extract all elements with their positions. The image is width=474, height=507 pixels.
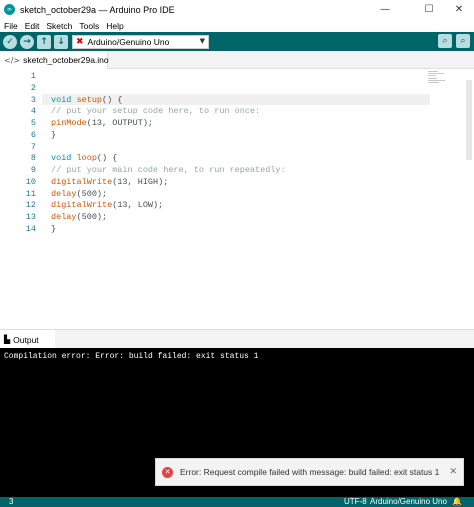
- serial-monitor-button[interactable]: ⌕: [456, 34, 470, 48]
- code-line: }: [51, 130, 56, 140]
- code-token: (13, OUTPUT);: [86, 118, 154, 128]
- code-token: () {: [96, 153, 118, 164]
- arrow-right-icon: →: [23, 36, 31, 47]
- error-notification: ✕ Error: Request compile failed with mes…: [155, 458, 464, 486]
- line-number: 10: [25, 176, 36, 187]
- line-number: 11: [25, 188, 36, 199]
- code-line: void loop() {: [51, 153, 117, 163]
- code-token: setup: [76, 94, 103, 105]
- console-error-text: Compilation error: Error: build failed: …: [4, 352, 259, 361]
- code-token: delay: [51, 188, 77, 199]
- title-bar: ∞ sketch_october29a — Arduino Pro IDE — …: [0, 0, 474, 19]
- board-selector[interactable]: ✖ Arduino/Genuino Uno ▼: [72, 34, 209, 49]
- close-button[interactable]: ✕: [444, 0, 474, 19]
- tab-label: sketch_october29a.ino: [23, 55, 109, 65]
- maximize-button[interactable]: ☐: [414, 0, 444, 19]
- output-tab-label: Output: [13, 334, 39, 345]
- check-icon: ✓: [6, 36, 14, 47]
- notification-message: Error: Request compile failed with messa…: [180, 467, 440, 477]
- arrow-up-icon: ↑: [40, 36, 48, 47]
- code-token: loop: [76, 153, 97, 164]
- code-line: delay(500);: [51, 212, 107, 222]
- output-panel-header: ▙ Output: [0, 329, 474, 349]
- line-number: 9: [30, 165, 36, 175]
- window-title: sketch_october29a — Arduino Pro IDE: [20, 4, 175, 15]
- menu-bar: File Edit Sketch Tools Help: [0, 19, 474, 32]
- code-token: pinMode: [51, 118, 87, 128]
- code-line: // put your main code here, to run repea…: [51, 165, 286, 175]
- line-number: 3: [30, 94, 36, 105]
- chevron-down-icon: ▼: [199, 36, 205, 45]
- new-sketch-button[interactable]: ↑: [37, 34, 51, 49]
- code-token: (13, HIGH);: [112, 176, 169, 187]
- code-line: // put your setup code here, to run once…: [51, 106, 260, 116]
- code-token: (500);: [76, 212, 108, 222]
- code-token: digitalWrite: [51, 176, 113, 187]
- editor-scrollbar[interactable]: [466, 80, 472, 160]
- menu-sketch[interactable]: Sketch: [46, 21, 72, 31]
- line-number: 7: [30, 141, 36, 152]
- open-sketch-button[interactable]: ↓: [54, 34, 68, 49]
- arduino-logo-icon: ∞: [4, 4, 15, 15]
- close-icon[interactable]: ✕: [449, 467, 457, 477]
- status-board[interactable]: Arduino/Genuino Uno: [370, 497, 447, 507]
- code-token: delay: [51, 212, 77, 222]
- arrow-down-icon: ↓: [57, 36, 65, 47]
- code-line: delay(500);: [51, 189, 107, 199]
- code-token: void: [51, 153, 72, 164]
- status-encoding[interactable]: UTF-8: [344, 497, 367, 507]
- minimap[interactable]: [428, 71, 448, 85]
- minimize-button[interactable]: —: [370, 0, 400, 19]
- line-number: 6: [30, 129, 36, 140]
- editor-tab-bar: </> sketch_october29a.ino: [0, 51, 474, 69]
- bell-icon[interactable]: 🔔: [452, 497, 462, 507]
- verify-button[interactable]: ✓: [3, 34, 17, 49]
- menu-tools[interactable]: Tools: [79, 21, 99, 31]
- menu-edit[interactable]: Edit: [25, 21, 40, 31]
- code-token: }: [51, 129, 57, 140]
- code-token: void: [51, 94, 72, 105]
- status-line-number[interactable]: 3: [9, 497, 13, 507]
- code-token: }: [51, 223, 57, 234]
- error-icon: ✕: [162, 466, 173, 478]
- line-number: 8: [30, 153, 36, 164]
- menu-help[interactable]: Help: [106, 21, 123, 31]
- menu-file[interactable]: File: [4, 21, 18, 31]
- code-token: // put your setup code here, to run once…: [51, 106, 261, 117]
- line-number: 5: [30, 118, 36, 128]
- line-number: 14: [25, 223, 36, 234]
- serial-plotter-button[interactable]: ⌕: [438, 34, 452, 48]
- line-number: 12: [25, 200, 36, 211]
- code-file-icon: </>: [4, 55, 21, 65]
- line-number: 2: [30, 82, 36, 93]
- magnifier-icon: ⌕: [460, 36, 466, 46]
- code-line: void setup() {: [51, 95, 122, 105]
- line-number: 1: [30, 71, 36, 81]
- line-number-gutter: 1 2 3 4 5 6 7 8 9 10 11 12 13 14: [0, 69, 42, 327]
- code-line: }: [51, 224, 56, 234]
- code-token: (500);: [76, 188, 108, 199]
- upload-button[interactable]: →: [20, 34, 34, 49]
- code-token: digitalWrite: [51, 200, 113, 211]
- code-token: (13, LOW);: [112, 200, 164, 211]
- code-token: () {: [102, 94, 123, 105]
- code-line: digitalWrite(13, HIGH);: [51, 177, 168, 187]
- code-editor[interactable]: 1 2 3 4 5 6 7 8 9 10 11 12 13 14 void setup() {// put…: [0, 69, 474, 327]
- line-number: 13: [25, 212, 36, 222]
- code-line: pinMode(13, OUTPUT);: [51, 118, 153, 128]
- status-bar: 3 UTF-8 Arduino/Genuino Uno 🔔: [0, 497, 474, 507]
- line-number: 4: [30, 106, 36, 117]
- code-token: // put your main code here, to run repea…: [51, 165, 286, 175]
- tab-sketch-file[interactable]: </> sketch_october29a.ino: [0, 51, 109, 69]
- plotter-icon: ⌕: [442, 36, 448, 46]
- board-disconnected-icon: ✖: [76, 36, 84, 47]
- toolbar: ✓ → ↑ ↓ ✖ Arduino/Genuino Uno ▼: [0, 32, 474, 51]
- tab-output[interactable]: ▙ Output: [0, 330, 55, 349]
- code-line: digitalWrite(13, LOW);: [51, 200, 163, 210]
- terminal-icon: ▙: [4, 335, 11, 344]
- board-selector-label: Arduino/Genuino Uno: [87, 36, 170, 47]
